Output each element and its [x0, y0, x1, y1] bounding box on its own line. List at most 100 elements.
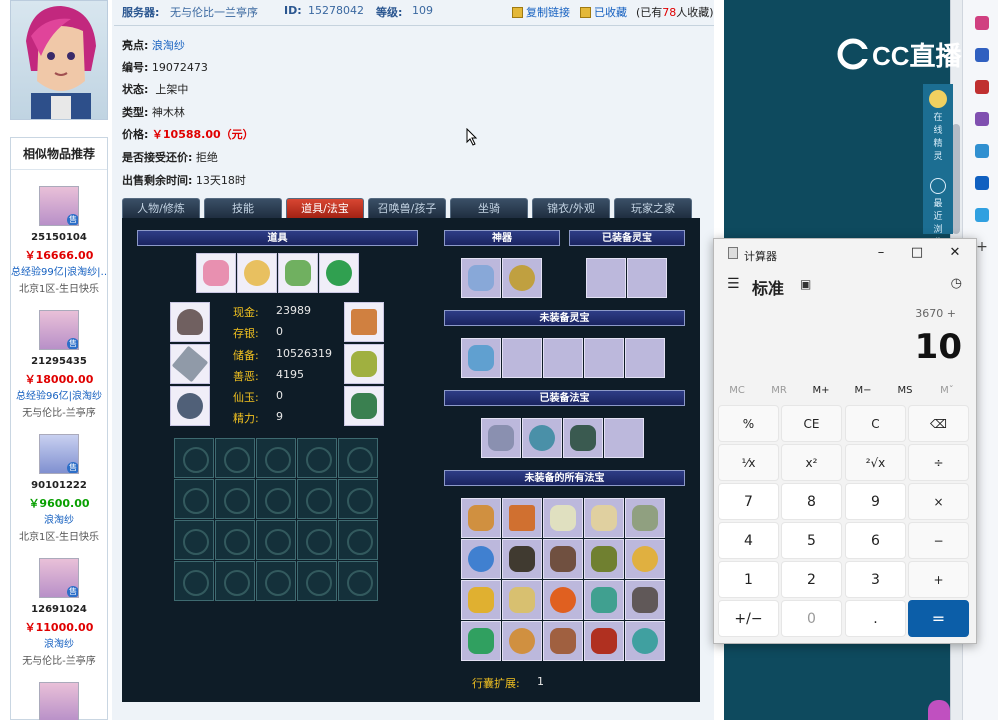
- treasure-slot[interactable]: [543, 580, 583, 620]
- memory-subtract-button[interactable]: M−: [842, 385, 884, 396]
- online-sprite-link[interactable]: 在线精灵: [930, 112, 946, 164]
- item-slot[interactable]: [319, 253, 359, 293]
- digit-6-button[interactable]: 6: [845, 522, 906, 559]
- scrollbar-thumb[interactable]: [952, 124, 960, 234]
- bag-slot[interactable]: [174, 438, 214, 478]
- copy-link-button[interactable]: 复制链接: [512, 4, 570, 20]
- equip-slot-weapon[interactable]: [170, 344, 210, 384]
- similar-item-desc[interactable]: 总经验96亿|浪淘纱: [11, 387, 107, 402]
- similar-item-avatar[interactable]: 售: [39, 434, 79, 474]
- app-icon[interactable]: [928, 700, 950, 720]
- similar-item-avatar[interactable]: 售: [39, 186, 79, 226]
- equals-button[interactable]: =: [908, 600, 969, 637]
- unequipped-spirit-slot[interactable]: [502, 338, 542, 378]
- equipped-treasure-slot[interactable]: [563, 418, 603, 458]
- bag-slot[interactable]: [215, 438, 255, 478]
- similar-item-avatar[interactable]: 售: [39, 310, 79, 350]
- clock-icon[interactable]: [930, 178, 946, 194]
- treasure-slot[interactable]: [625, 539, 665, 579]
- bag-slot[interactable]: [338, 479, 378, 519]
- favorites-icon[interactable]: [975, 48, 989, 62]
- briefcase-icon[interactable]: [975, 80, 989, 94]
- treasure-slot[interactable]: [625, 580, 665, 620]
- treasure-slot[interactable]: [584, 621, 624, 661]
- item-slot[interactable]: [278, 253, 318, 293]
- treasure-slot[interactable]: [461, 539, 501, 579]
- bag-slot[interactable]: [256, 479, 296, 519]
- digit-0-button[interactable]: 0: [781, 600, 842, 637]
- equipped-spirit-slot[interactable]: [586, 258, 626, 298]
- memory-add-button[interactable]: M+: [800, 385, 842, 396]
- add-icon[interactable]: +: [975, 240, 989, 254]
- multiply-button[interactable]: ×: [908, 483, 969, 520]
- tab-player-home[interactable]: 玩家之家: [614, 198, 692, 218]
- unequipped-spirit-slot[interactable]: [461, 338, 501, 378]
- divine-slot[interactable]: [502, 258, 542, 298]
- negate-button[interactable]: +/−: [718, 600, 779, 637]
- bag-slot[interactable]: [338, 520, 378, 560]
- bag-slot[interactable]: [174, 479, 214, 519]
- similar-item[interactable]: 售 90101222 ￥9600.00 浪淘纱 北京1区-生日快乐: [11, 434, 107, 558]
- bag-slot[interactable]: [297, 561, 337, 601]
- treasure-slot[interactable]: [461, 621, 501, 661]
- favorite-button[interactable]: 已收藏: [580, 4, 627, 20]
- treasure-slot[interactable]: [502, 621, 542, 661]
- similar-item[interactable]: 售 21295435 ￥18000.00 总经验96亿|浪淘纱 无与伦比-兰亭序: [11, 310, 107, 434]
- tab-skills[interactable]: 技能: [204, 198, 282, 218]
- minimize-icon[interactable]: –: [866, 243, 896, 263]
- item-slot[interactable]: [237, 253, 277, 293]
- bag-slot[interactable]: [256, 520, 296, 560]
- tab-outfits[interactable]: 锦衣/外观: [532, 198, 610, 218]
- equipped-treasure-slot[interactable]: [604, 418, 644, 458]
- bag-slot[interactable]: [215, 561, 255, 601]
- item-slot[interactable]: [196, 253, 236, 293]
- bag-slot[interactable]: [338, 438, 378, 478]
- similar-item[interactable]: [11, 682, 107, 720]
- treasure-slot[interactable]: [625, 498, 665, 538]
- bag-slot[interactable]: [338, 561, 378, 601]
- equip-slot-head[interactable]: [170, 302, 210, 342]
- sqrt-button[interactable]: ²√x: [845, 444, 906, 481]
- digit-7-button[interactable]: 7: [718, 483, 779, 520]
- decimal-button[interactable]: .: [845, 600, 906, 637]
- equipped-treasure-slot[interactable]: [522, 418, 562, 458]
- percent-button[interactable]: %: [718, 405, 779, 442]
- bag-slot[interactable]: [215, 479, 255, 519]
- highlight-link[interactable]: 浪淘纱: [152, 39, 185, 52]
- equipped-spirit-slot[interactable]: [627, 258, 667, 298]
- square-button[interactable]: x²: [781, 444, 842, 481]
- extension-icon[interactable]: [975, 16, 989, 30]
- memory-store-button[interactable]: MS: [884, 385, 926, 396]
- equipped-treasure-slot[interactable]: [481, 418, 521, 458]
- bag-slot[interactable]: [256, 438, 296, 478]
- clear-entry-button[interactable]: CE: [781, 405, 842, 442]
- tab-summons[interactable]: 召唤兽/孩子: [368, 198, 446, 218]
- divine-slot[interactable]: [461, 258, 501, 298]
- user-icon[interactable]: [975, 112, 989, 126]
- equip-slot-boots[interactable]: [344, 386, 384, 426]
- digit-9-button[interactable]: 9: [845, 483, 906, 520]
- tab-items-treasures[interactable]: 道具/法宝: [286, 198, 364, 218]
- treasure-slot[interactable]: [461, 498, 501, 538]
- equip-slot-staff[interactable]: [344, 302, 384, 342]
- unequipped-spirit-slot[interactable]: [584, 338, 624, 378]
- bag-slot[interactable]: [256, 561, 296, 601]
- similar-item-desc[interactable]: 总经验99亿|浪淘纱|…: [11, 263, 107, 278]
- digit-4-button[interactable]: 4: [718, 522, 779, 559]
- clear-button[interactable]: C: [845, 405, 906, 442]
- equip-slot-belt[interactable]: [170, 386, 210, 426]
- memory-clear-button[interactable]: MC: [716, 385, 758, 396]
- sprite-icon[interactable]: [929, 90, 947, 108]
- similar-item-avatar[interactable]: [39, 682, 79, 720]
- treasure-slot[interactable]: [584, 539, 624, 579]
- similar-item-avatar[interactable]: 售: [39, 558, 79, 598]
- circle-icon[interactable]: [975, 144, 989, 158]
- similar-item[interactable]: 售 25150104 ￥16666.00 总经验99亿|浪淘纱|… 北京1区-生…: [11, 186, 107, 310]
- close-icon[interactable]: ✕: [940, 243, 970, 263]
- digit-3-button[interactable]: 3: [845, 561, 906, 598]
- bag-slot[interactable]: [174, 561, 214, 601]
- digit-8-button[interactable]: 8: [781, 483, 842, 520]
- treasure-slot[interactable]: [584, 498, 624, 538]
- treasure-slot[interactable]: [543, 498, 583, 538]
- digit-5-button[interactable]: 5: [781, 522, 842, 559]
